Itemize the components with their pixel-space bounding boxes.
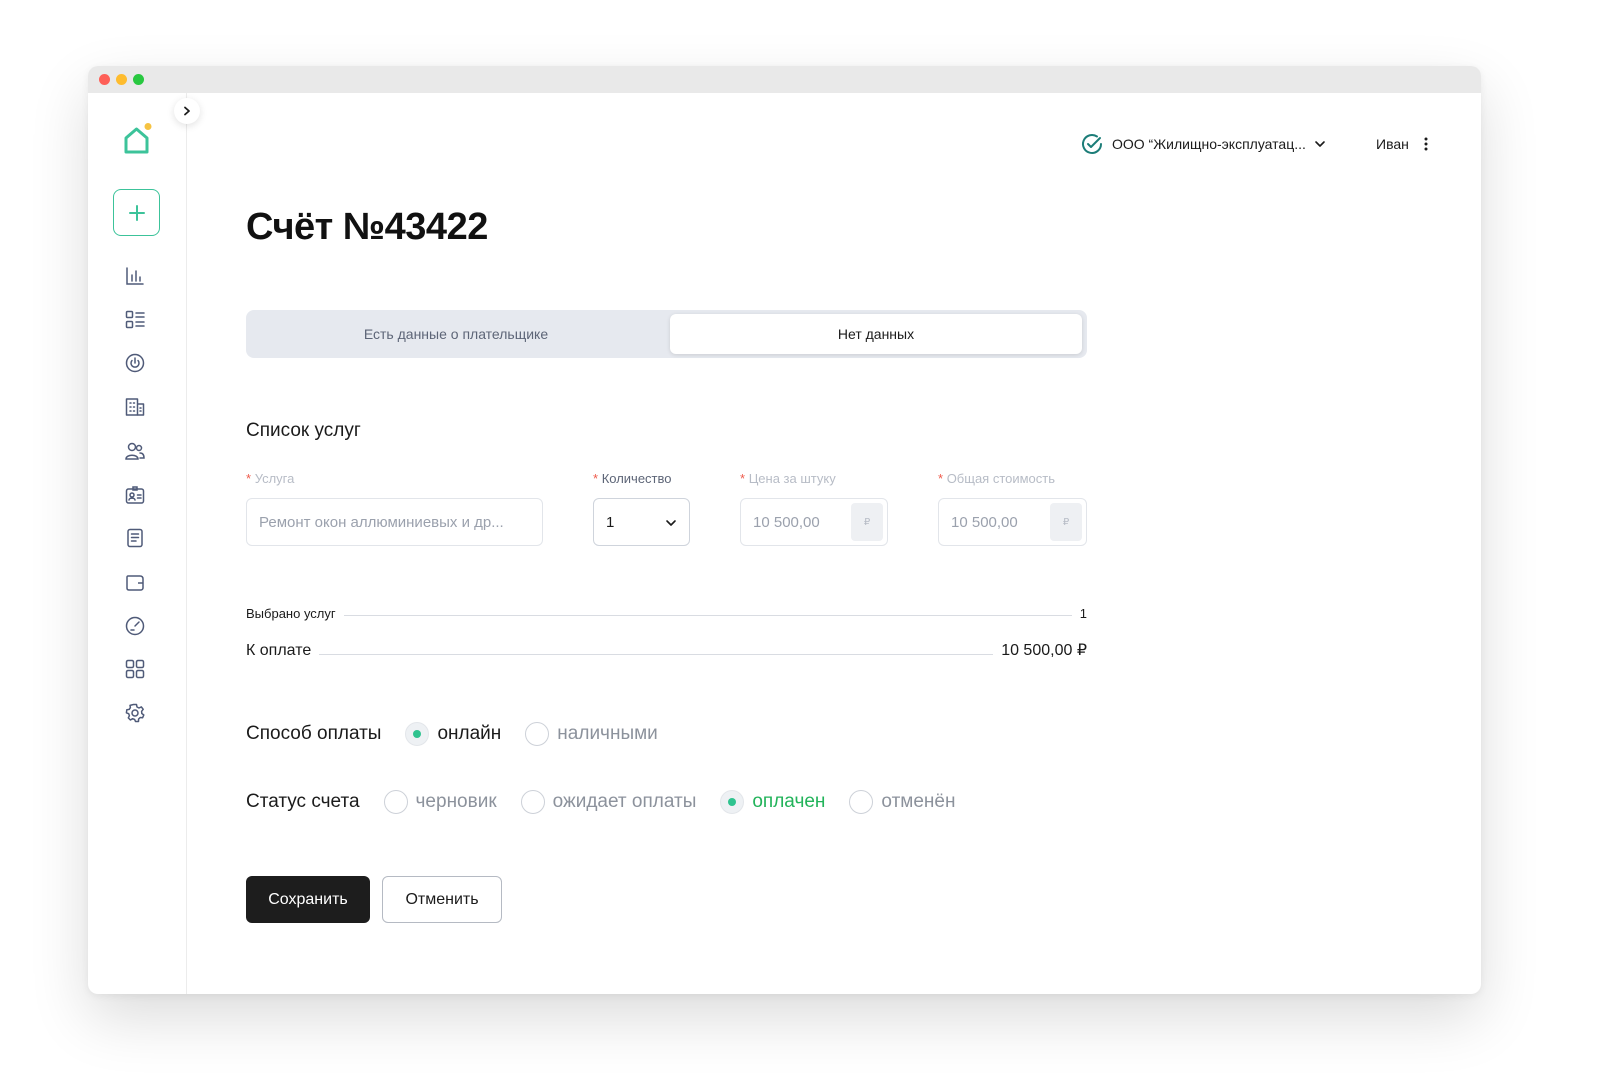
radio-label: наличными (557, 723, 658, 744)
expand-sidebar-button[interactable] (174, 98, 200, 124)
list-icon[interactable] (124, 309, 146, 331)
payment-online-radio[interactable]: онлайн (405, 722, 501, 746)
radio-circle[interactable] (525, 722, 550, 746)
save-button[interactable]: Сохранить (246, 876, 370, 923)
radio-label: черновик (415, 791, 497, 812)
analytics-icon[interactable] (124, 265, 146, 287)
required-mark: * (938, 471, 944, 486)
maximize-window-button[interactable] (133, 74, 144, 85)
speedometer-icon[interactable] (124, 615, 146, 637)
total-cost-value: 10 500,00 (951, 514, 1018, 531)
radio-circle[interactable] (405, 722, 430, 746)
total-cost-input[interactable]: 10 500,00 ₽ (938, 498, 1087, 546)
unit-price-value: 10 500,00 (753, 514, 820, 531)
close-window-button[interactable] (99, 74, 110, 85)
sidebar (88, 93, 187, 994)
settings-icon[interactable] (124, 702, 146, 724)
services-section-title: Список услуг (246, 420, 361, 441)
ruble-currency-icon: ₽ (1050, 503, 1082, 541)
add-button[interactable] (113, 189, 160, 236)
home-logo-icon[interactable] (122, 122, 152, 156)
required-mark: * (246, 471, 252, 486)
unit-price-input[interactable]: 10 500,00 ₽ (740, 498, 888, 546)
verified-check-icon (1082, 134, 1102, 154)
status-draft-radio[interactable]: черновик (383, 790, 497, 814)
radio-label: отменён (881, 791, 956, 812)
radio-label: оплачен (752, 791, 826, 812)
selected-services-row: Выбрано услуг 1 (246, 606, 1087, 621)
amount-due-value: 10 500,00 ₽ (1001, 642, 1087, 659)
payment-method-label: Способ оплаты (246, 723, 382, 744)
leader-line (319, 654, 994, 655)
chevron-down-icon (1315, 141, 1325, 147)
invoice-status-label: Статус счета (246, 791, 360, 812)
invoice-status-group: Статус счета черновик ожидает оплаты опл… (246, 790, 979, 814)
radio-circle[interactable] (383, 790, 408, 814)
minimize-window-button[interactable] (116, 74, 127, 85)
apps-icon[interactable] (124, 658, 146, 680)
leader-line (343, 615, 1072, 616)
required-mark: * (593, 471, 599, 486)
service-label-text: Услуга (254, 471, 295, 486)
amount-due-label: К оплате (246, 642, 312, 659)
window-titlebar (88, 66, 1481, 93)
cancel-button[interactable]: Отменить (382, 876, 502, 923)
status-cancelled-radio[interactable]: отменён (849, 790, 955, 814)
payer-data-toggle: Есть данные о плательщике Нет данных (246, 310, 1087, 358)
unit-price-field-label: * Цена за штуку (740, 471, 836, 486)
organization-name: ООО “Жилищно-эксплуатац... (1112, 136, 1306, 152)
organization-selector[interactable]: ООО “Жилищно-эксплуатац... (1080, 132, 1326, 156)
wallet-icon[interactable] (124, 571, 146, 593)
quantity-select[interactable]: 1 (593, 498, 690, 546)
total-cost-label-text: Общая стоимость (946, 471, 1056, 486)
users-icon[interactable] (124, 440, 146, 462)
radio-label: онлайн (437, 723, 502, 744)
radio-circle[interactable] (720, 790, 745, 814)
quantity-field-label: * Количество (593, 471, 672, 486)
quantity-label-text: Количество (601, 471, 672, 486)
quantity-select-value: 1 (606, 514, 615, 531)
document-icon[interactable] (124, 527, 146, 549)
page-title: Счёт №43422 (246, 206, 488, 248)
unit-price-label-text: Цена за штуку (748, 471, 836, 486)
service-field-label: * Услуга (246, 471, 294, 486)
payment-method-group: Способ оплаты онлайн наличными (246, 722, 682, 746)
user-name[interactable]: Иван (1376, 136, 1409, 152)
power-icon[interactable] (124, 352, 146, 374)
building-icon[interactable] (124, 396, 146, 418)
radio-circle[interactable] (849, 790, 874, 814)
service-input-value: Ремонт окон аллюминиевых и др... (259, 514, 504, 531)
service-input[interactable]: Ремонт окон аллюминиевых и др... (246, 498, 543, 546)
selected-services-label: Выбрано услуг (246, 606, 336, 621)
chevron-right-icon (184, 106, 190, 116)
id-card-icon[interactable] (124, 484, 146, 506)
tab-no-data[interactable]: Нет данных (670, 314, 1082, 354)
payment-cash-radio[interactable]: наличными (525, 722, 658, 746)
plus-icon (128, 204, 145, 221)
radio-label: ожидает оплаты (552, 791, 697, 812)
tab-payer-data-available[interactable]: Есть данные о плательщике (250, 314, 662, 354)
ruble-currency-icon: ₽ (851, 503, 883, 541)
total-cost-field-label: * Общая стоимость (938, 471, 1055, 486)
chevron-down-icon (666, 520, 676, 526)
radio-circle[interactable] (520, 790, 545, 814)
required-mark: * (740, 471, 746, 486)
amount-due-row: К оплате 10 500,00 ₽ (246, 640, 1087, 660)
status-awaiting-payment-radio[interactable]: ожидает оплаты (520, 790, 697, 814)
more-vertical-icon[interactable] (1420, 136, 1432, 152)
status-paid-radio[interactable]: оплачен (720, 790, 825, 814)
app-window: ООО “Жилищно-эксплуатац... Иван Счёт №43… (88, 66, 1481, 994)
selected-services-value: 1 (1079, 606, 1087, 621)
